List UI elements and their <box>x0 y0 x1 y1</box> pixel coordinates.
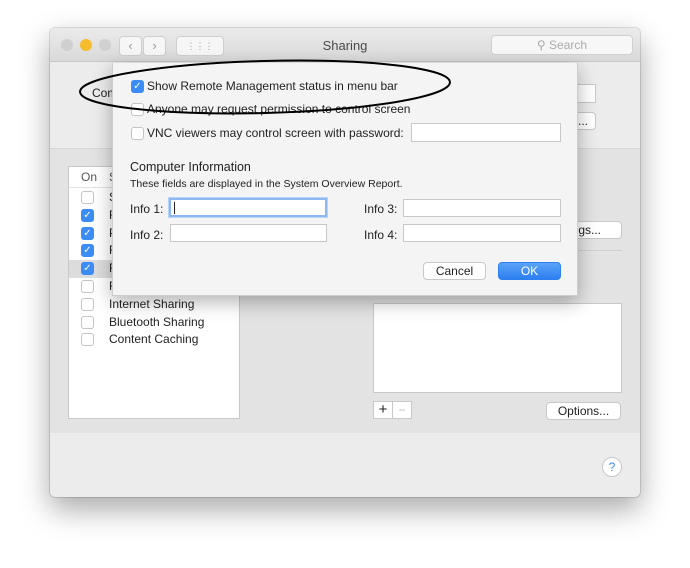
highlight-ellipse <box>79 59 451 115</box>
annotation-ellipse <box>79 59 451 115</box>
